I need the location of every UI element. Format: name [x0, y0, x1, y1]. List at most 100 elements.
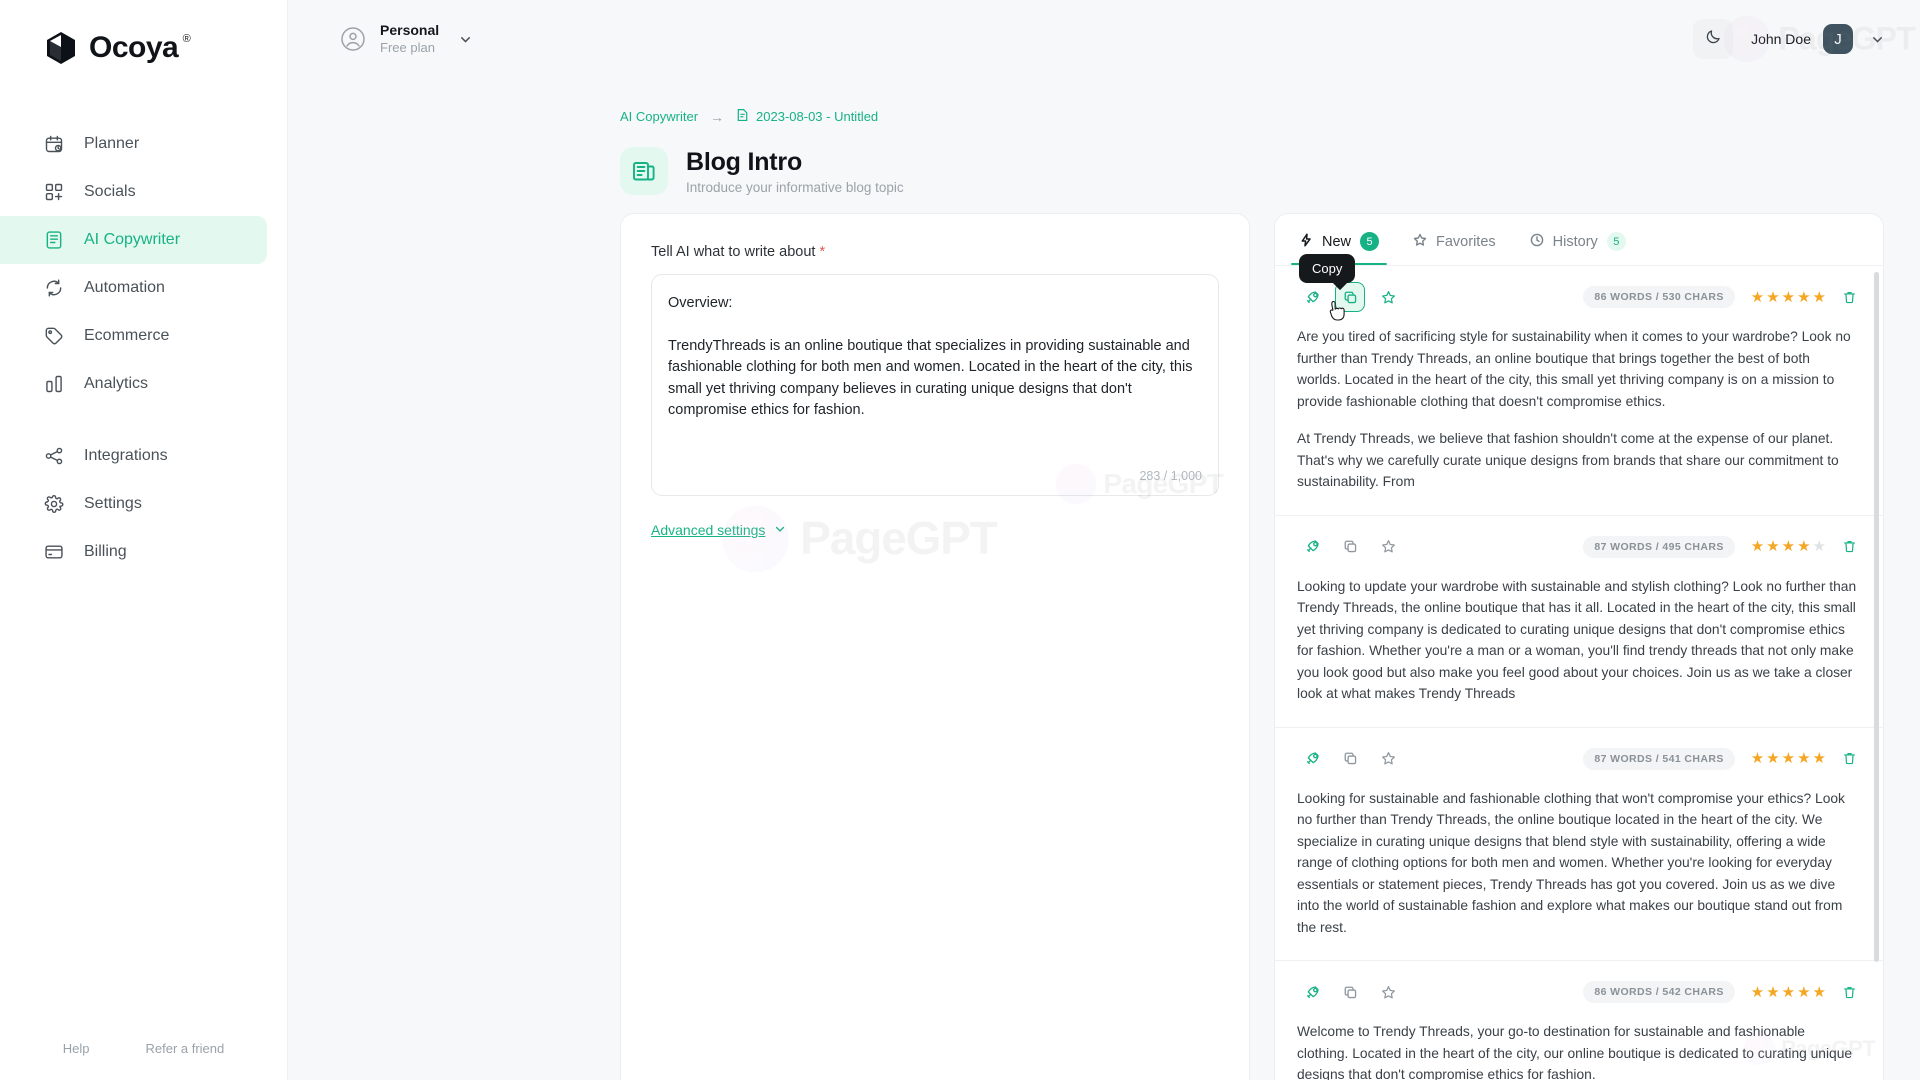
result-actions — [1297, 977, 1403, 1007]
help-link[interactable]: Help — [63, 1041, 90, 1056]
sidebar-item-socials[interactable]: Socials — [0, 168, 267, 216]
favorite-star-icon[interactable] — [1373, 744, 1403, 774]
dark-mode-toggle[interactable] — [1693, 19, 1734, 59]
rating-star[interactable]: ★ — [1766, 751, 1779, 766]
rating-star[interactable]: ★ — [1766, 539, 1779, 554]
rating-stars[interactable]: ★ ★ ★ ★ ★ — [1751, 290, 1826, 305]
rating-star[interactable]: ★ — [1813, 985, 1826, 1000]
rating-star[interactable]: ★ — [1751, 985, 1764, 1000]
breadcrumb: AI Copywriter → 2023-08-03 - Untitled — [620, 108, 1920, 125]
sidebar-item-label: Analytics — [84, 375, 149, 392]
delete-icon[interactable] — [1842, 985, 1857, 1000]
page-title-block: Blog Intro Introduce your informative bl… — [686, 148, 904, 195]
prompt-input[interactable]: Overview: TrendyThreads is an online bou… — [668, 293, 1202, 422]
rating-stars[interactable]: ★ ★ ★ ★ ★ — [1751, 539, 1826, 554]
advanced-settings-toggle[interactable]: Advanced settings — [651, 522, 786, 538]
user-menu[interactable]: John Doe J — [1751, 24, 1884, 54]
sidebar-item-automation[interactable]: Automation — [0, 264, 267, 312]
rating-star[interactable]: ★ — [1766, 290, 1779, 305]
prompt-label-text: Tell AI what to write about — [651, 244, 816, 260]
delete-icon[interactable] — [1842, 539, 1857, 554]
results-scrollbar[interactable] — [1874, 272, 1879, 1080]
prompt-textarea-wrapper[interactable]: Overview: TrendyThreads is an online bou… — [651, 274, 1219, 496]
rating-star[interactable]: ★ — [1813, 539, 1826, 554]
sidebar: Ocoya ® Planner Socials AI Copywriter Au… — [0, 0, 288, 1080]
breadcrumb-current[interactable]: 2023-08-03 - Untitled — [736, 108, 878, 125]
favorite-star-icon[interactable] — [1373, 977, 1403, 1007]
sidebar-item-integrations[interactable]: Integrations — [0, 432, 267, 480]
sidebar-item-settings[interactable]: Settings — [0, 480, 267, 528]
copy-icon[interactable] — [1335, 532, 1365, 562]
tab-favorites[interactable]: Favorites — [1413, 233, 1496, 265]
workspace-switcher[interactable]: Personal Free plan — [340, 22, 472, 56]
sidebar-item-ecommerce[interactable]: Ecommerce — [0, 312, 267, 360]
copy-icon[interactable] — [1335, 744, 1365, 774]
refer-a-friend-link[interactable]: Refer a friend — [145, 1041, 224, 1056]
page-title: Blog Intro — [686, 147, 803, 176]
sidebar-item-label: Automation — [84, 279, 165, 296]
results-list: 86 WORDS / 530 CHARS ★ ★ ★ ★ ★ Are you t… — [1275, 266, 1883, 1080]
tab-history[interactable]: History 5 — [1530, 232, 1626, 265]
sidebar-item-label: Integrations — [84, 447, 168, 464]
rating-star[interactable]: ★ — [1797, 985, 1810, 1000]
copy-icon[interactable] — [1335, 977, 1365, 1007]
favorite-star-icon[interactable] — [1373, 282, 1403, 312]
word-char-count: 87 WORDS / 541 CHARS — [1583, 747, 1735, 770]
rocket-icon[interactable] — [1297, 744, 1327, 774]
gear-icon — [44, 494, 64, 514]
rating-stars[interactable]: ★ ★ ★ ★ ★ — [1751, 985, 1826, 1000]
panels: Tell AI what to write about * Overview: … — [288, 195, 1920, 1080]
rating-star[interactable]: ★ — [1813, 751, 1826, 766]
results-tabs: New 5 Favorites History 5 — [1275, 214, 1883, 265]
top-bar-right: John Doe J — [1693, 19, 1884, 59]
tag-icon — [44, 326, 64, 346]
moon-icon — [1705, 28, 1722, 50]
delete-icon[interactable] — [1842, 751, 1857, 766]
workspace-name: Personal — [380, 22, 440, 39]
delete-icon[interactable] — [1842, 290, 1857, 305]
ocoya-cube-icon — [44, 30, 78, 66]
rating-star[interactable]: ★ — [1797, 290, 1810, 305]
rating-star[interactable]: ★ — [1813, 290, 1826, 305]
rating-star[interactable]: ★ — [1751, 539, 1764, 554]
rating-star[interactable]: ★ — [1782, 751, 1795, 766]
rating-stars[interactable]: ★ ★ ★ ★ ★ — [1751, 751, 1826, 766]
result-paragraph: Welcome to Trendy Threads, your go-to de… — [1297, 1024, 1853, 1080]
rocket-icon[interactable] — [1297, 532, 1327, 562]
breadcrumb-root[interactable]: AI Copywriter — [620, 109, 698, 124]
rating-star[interactable]: ★ — [1751, 290, 1764, 305]
tab-new-badge: 5 — [1360, 232, 1380, 251]
content-header: AI Copywriter → 2023-08-03 - Untitled Bl… — [288, 78, 1920, 195]
result-body: Looking to update your wardrobe with sus… — [1297, 576, 1857, 705]
rating-star[interactable]: ★ — [1751, 751, 1764, 766]
result-card: 86 WORDS / 530 CHARS ★ ★ ★ ★ ★ Are you t… — [1275, 266, 1883, 516]
result-card-header: 86 WORDS / 542 CHARS ★ ★ ★ ★ ★ — [1297, 977, 1857, 1007]
refresh-cycle-icon — [44, 278, 64, 298]
rating-star[interactable]: ★ — [1766, 985, 1779, 1000]
sidebar-item-analytics[interactable]: Analytics — [0, 360, 267, 408]
rating-star[interactable]: ★ — [1797, 751, 1810, 766]
advanced-settings-label: Advanced settings — [651, 522, 766, 538]
rating-star[interactable]: ★ — [1782, 290, 1795, 305]
star-icon — [1413, 233, 1427, 251]
sidebar-item-planner[interactable]: Planner — [0, 120, 267, 168]
character-counter: 283 / 1,000 — [1139, 469, 1202, 483]
rating-star[interactable]: ★ — [1797, 539, 1810, 554]
rocket-icon[interactable] — [1297, 977, 1327, 1007]
scrollbar-thumb[interactable] — [1874, 272, 1879, 962]
rating-star[interactable]: ★ — [1782, 985, 1795, 1000]
required-asterisk: * — [819, 244, 826, 260]
favorite-star-icon[interactable] — [1373, 532, 1403, 562]
result-card-header: 86 WORDS / 530 CHARS ★ ★ ★ ★ ★ — [1297, 282, 1857, 312]
rating-star[interactable]: ★ — [1782, 539, 1795, 554]
result-paragraph: Are you tired of sacrificing style for s… — [1297, 329, 1851, 409]
logo-area[interactable]: Ocoya ® — [0, 0, 287, 96]
tab-history-badge: 5 — [1606, 232, 1626, 251]
sidebar-item-billing[interactable]: Billing — [0, 528, 267, 576]
result-meta: 86 WORDS / 530 CHARS ★ ★ ★ ★ ★ — [1583, 286, 1857, 308]
credit-card-icon — [44, 542, 64, 562]
sidebar-item-ai-copywriter[interactable]: AI Copywriter — [0, 216, 267, 264]
rocket-icon[interactable] — [1297, 282, 1327, 312]
workspace-labels: Personal Free plan — [380, 22, 439, 56]
brand-logo[interactable]: Ocoya ® — [44, 30, 191, 66]
